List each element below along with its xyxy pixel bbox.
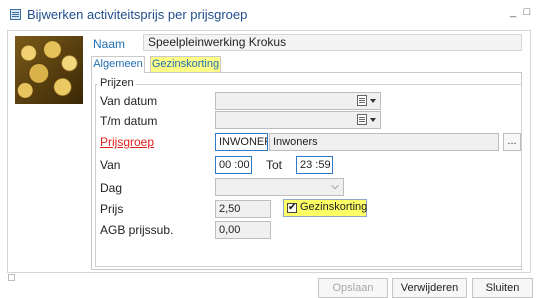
van-time-input[interactable]: 00 :00 [215,156,252,174]
tab-algemeen[interactable]: Algemeen [91,56,145,73]
checkmark-icon: ✔ [288,202,297,213]
naam-field: Speelpleinwerking Krokus [143,34,522,51]
verwijderen-button[interactable]: Verwijderen [392,278,467,298]
van-datum-calendar-button[interactable] [355,94,379,108]
activity-image [15,36,83,104]
prijs-input[interactable]: 2,50 [215,200,271,218]
prijsgroep-lookup-button[interactable]: ... [503,133,521,151]
tm-datum-label: T/m datum [100,114,158,128]
prijs-label: Prijs [100,202,124,216]
resize-grip-icon[interactable] [8,274,15,281]
prijsgroep-label[interactable]: Prijsgroep [100,135,154,149]
tot-label: Tot [266,158,283,172]
tm-datum-calendar-button[interactable] [355,113,379,127]
prijsgroep-name-field: Inwoners [269,133,499,151]
chevron-down-icon [370,118,376,122]
opslaan-button[interactable]: Opslaan [318,278,388,298]
maximize-button[interactable]: □ [521,6,533,18]
calendar-icon [357,95,367,106]
agb-prijssub-input[interactable]: 0,00 [215,221,271,239]
window-title: Bijwerken activiteitsprijs per prijsgroe… [27,7,248,22]
van-label: Van [100,158,121,172]
window-icon [10,9,21,20]
prijzen-group-title: Prijzen [98,77,136,89]
gezinskorting-checkbox-label[interactable]: Gezinskorting [300,201,367,213]
chevron-down-icon [370,99,376,103]
chevron-down-icon[interactable]: ⌵ [329,181,341,193]
van-datum-label: Van datum [100,94,158,108]
calendar-icon [357,114,367,125]
gezinskorting-checkbox[interactable]: ✔ [287,203,297,213]
dag-label: Dag [100,181,123,195]
tot-time-input[interactable]: 23 :59 [296,156,333,174]
sluiten-button[interactable]: Sluiten [472,278,533,298]
minimize-button[interactable]: _ [507,6,519,18]
prijsgroep-code-input[interactable]: INWONERS [215,133,268,151]
tab-gezinskorting[interactable]: Gezinskorting [150,56,221,73]
agb-prijssub-label: AGB prijssub. [100,223,174,237]
title-bar: Bijwerken activiteitsprijs per prijsgroe… [0,0,537,27]
dag-select[interactable] [215,178,344,196]
naam-label: Naam [93,37,126,51]
